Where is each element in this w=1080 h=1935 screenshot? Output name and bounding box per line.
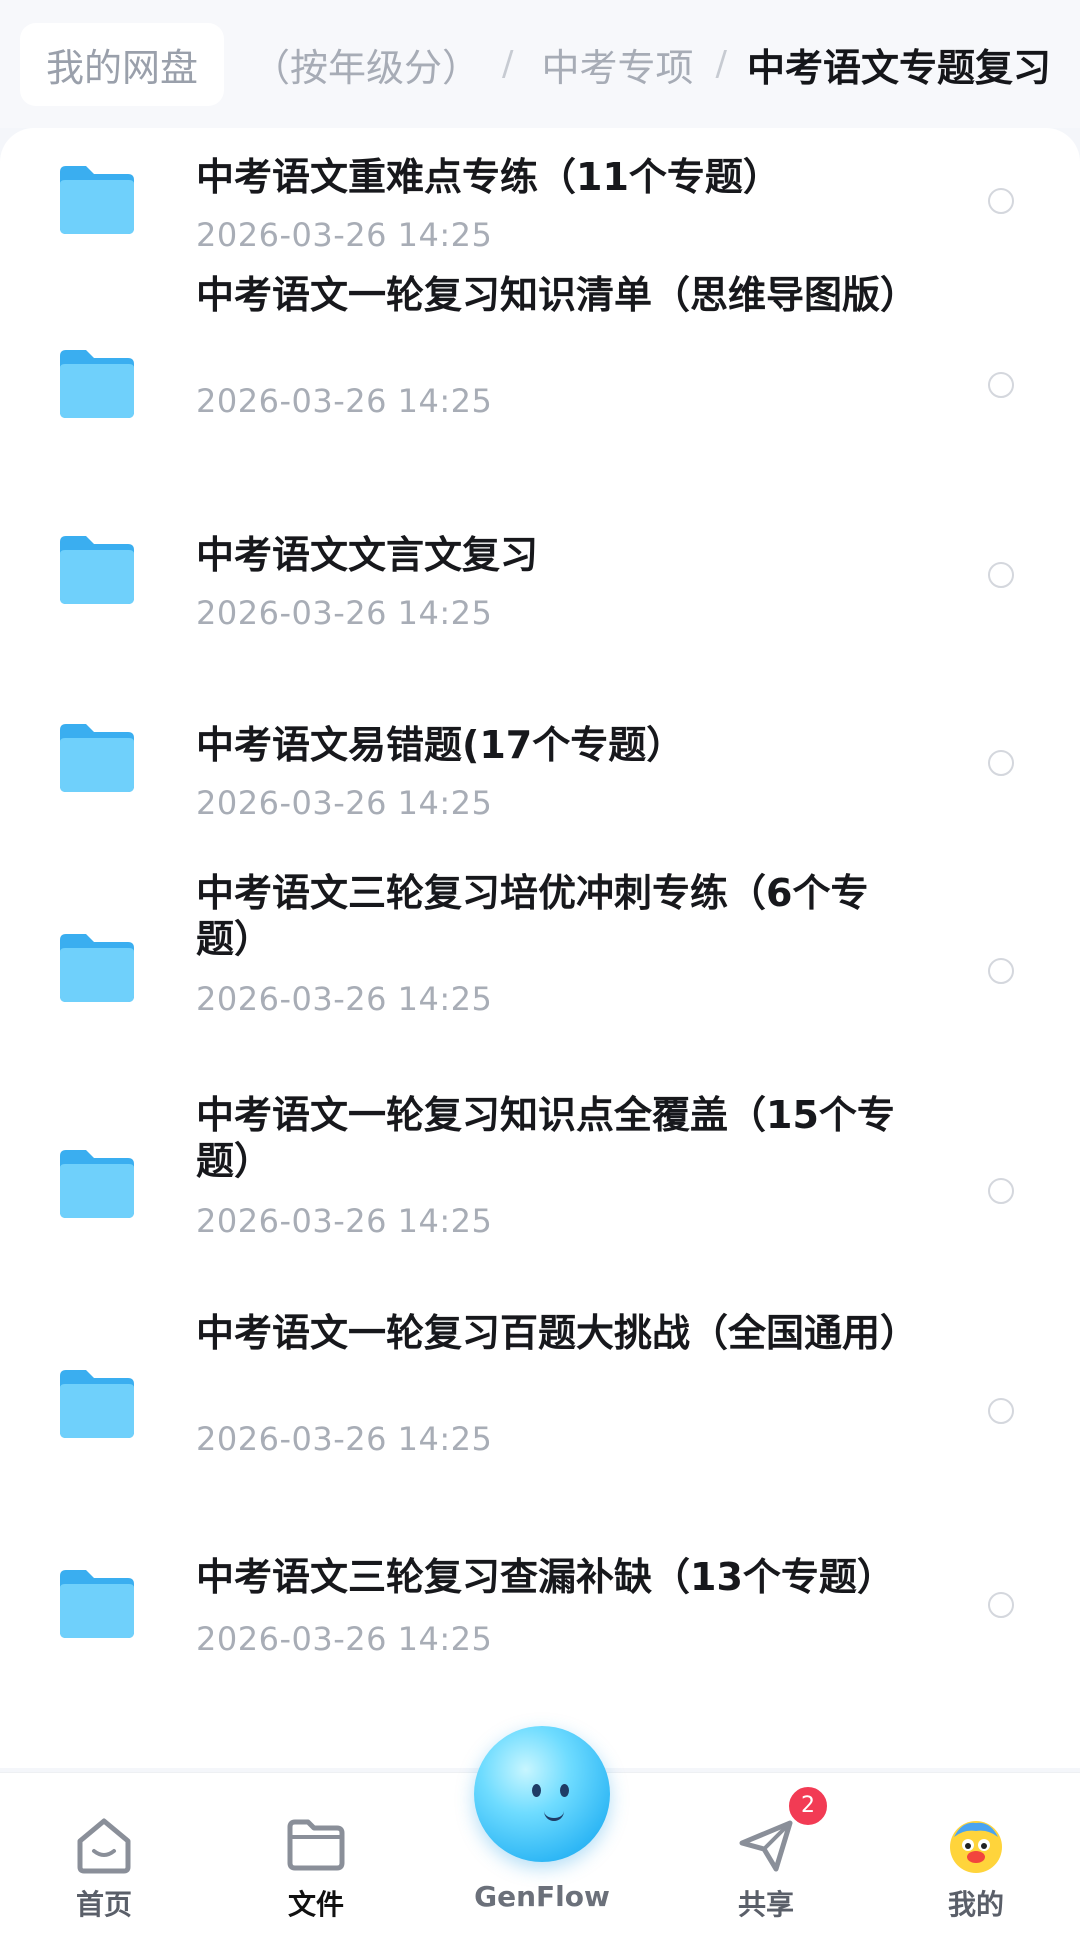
breadcrumb-current: 中考语文专题复习 (746, 45, 1051, 90)
file-date: 2026-03-26 14:25 (196, 980, 493, 1018)
tab-mine[interactable]: 我的 (906, 1773, 1046, 1935)
tab-home-label: 首页 (75, 1888, 132, 1921)
genflow-button[interactable] (474, 1726, 610, 1862)
folder-icon (56, 1568, 138, 1640)
genflow-eye (560, 1784, 569, 1797)
file-name: 中考语文易错题(17个专题） (196, 723, 685, 767)
breadcrumb-level1[interactable]: （按年级分） (252, 37, 480, 92)
tab-mine-label: 我的 (947, 1888, 1004, 1921)
file-date: 2026-03-26 14:25 (196, 1420, 493, 1458)
breadcrumb-separator: / (502, 44, 514, 84)
file-name: 中考语文一轮复习百题大挑战（全国通用） (196, 1311, 919, 1355)
tab-home[interactable]: 首页 (34, 1773, 174, 1935)
send-icon (734, 1813, 798, 1877)
file-name: 中考语文文言文复习 (196, 533, 539, 577)
select-radio[interactable] (988, 372, 1014, 398)
tab-files-label: 文件 (287, 1888, 344, 1921)
breadcrumb-level2[interactable]: 中考专项 (542, 37, 694, 92)
file-date: 2026-03-26 14:25 (196, 1620, 493, 1658)
list-item[interactable]: 中考语文文言文复习 2026-03-26 14:25 (0, 533, 1080, 718)
genflow-label: GenFlow (474, 1880, 610, 1913)
folder-icon (56, 1148, 138, 1220)
folder-icon (56, 534, 138, 606)
file-date: 2026-03-26 14:25 (196, 594, 493, 632)
breadcrumb-separator: / (715, 44, 727, 84)
folder-icon (56, 722, 138, 794)
file-date: 2026-03-26 14:25 (196, 1202, 493, 1240)
select-radio[interactable] (988, 750, 1014, 776)
file-name: 中考语文重难点专练（11个专题） (196, 155, 781, 199)
file-date: 2026-03-26 14:25 (196, 784, 493, 822)
file-date: 2026-03-26 14:25 (196, 216, 493, 254)
notification-badge: 2 (786, 1784, 830, 1828)
list-item[interactable]: 中考语文一轮复习知识清单（思维导图版） 2026-03-26 14:25 (0, 273, 1080, 538)
genflow-eye (532, 1784, 541, 1797)
file-name: 中考语文一轮复习知识清单（思维导图版） (196, 273, 919, 317)
file-date: 2026-03-26 14:25 (196, 382, 493, 420)
tab-files[interactable]: 文件 (246, 1773, 386, 1935)
home-icon (72, 1813, 136, 1877)
folder-icon (56, 932, 138, 1004)
breadcrumb: 我的网盘 （按年级分） / 中考专项 / 中考语文专题复习 (0, 0, 1080, 128)
genflow-mouth (544, 1810, 564, 1821)
folder-icon (56, 164, 138, 236)
folder-outline-icon (284, 1813, 348, 1877)
tab-share-label: 共享 (737, 1888, 794, 1921)
file-name: 中考语文三轮复习培优冲刺专练（6个专题） (196, 871, 869, 961)
list-item[interactable]: 中考语文一轮复习百题大挑战（全国通用） 2026-03-26 14:25 (0, 1311, 1080, 1568)
avatar-icon (944, 1813, 1008, 1877)
select-radio[interactable] (988, 958, 1014, 984)
folder-icon (56, 348, 138, 420)
select-radio[interactable] (988, 1178, 1014, 1204)
file-name: 中考语文一轮复习知识点全覆盖（15个专题） (196, 1093, 895, 1183)
select-radio[interactable] (988, 562, 1014, 588)
select-radio[interactable] (988, 1592, 1014, 1618)
select-radio[interactable] (988, 188, 1014, 214)
breadcrumb-root[interactable]: 我的网盘 (20, 22, 225, 106)
file-list: 中考语文重难点专练（11个专题） 2026-03-26 14:25 中考语文一轮… (0, 128, 1080, 1768)
folder-icon (56, 1368, 138, 1440)
file-name: 中考语文三轮复习查漏补缺（13个专题） (196, 1555, 895, 1599)
select-radio[interactable] (988, 1398, 1014, 1424)
